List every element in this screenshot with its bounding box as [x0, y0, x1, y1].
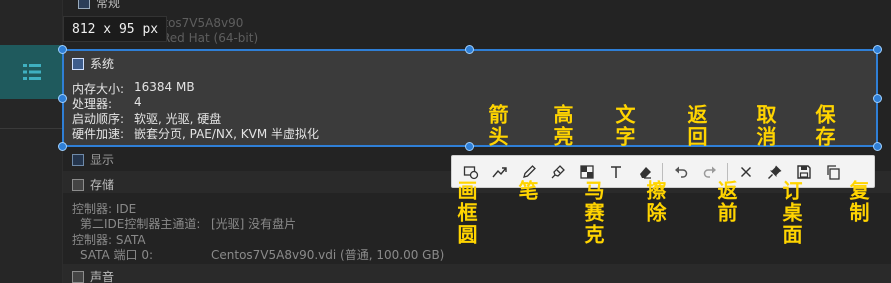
memory-value: 16384 MB [134, 80, 195, 94]
undo-icon [674, 166, 687, 178]
resize-handle-l[interactable] [58, 94, 67, 103]
ide-channel-label: 第二IDE控制器主通道: [80, 217, 201, 231]
annotation-rect-circle: 画框圆 [454, 180, 478, 246]
annotation-highlight: 高亮 [550, 104, 574, 148]
annotation-cancel: 取消 [753, 104, 777, 148]
display-title: 显示 [90, 153, 115, 167]
pin-icon [767, 165, 781, 179]
selection-size-label: 812 x 95 px [63, 16, 168, 42]
system-title: 系统 [90, 57, 115, 71]
mosaic-icon [579, 164, 594, 179]
arrow-icon [491, 166, 507, 177]
undo-tool[interactable] [666, 158, 695, 185]
toolbar-separator [727, 162, 728, 181]
annotation-undo: 返回 [684, 104, 708, 148]
resize-handle-r[interactable] [873, 94, 882, 103]
resize-handle-tl[interactable] [58, 45, 67, 54]
storage-title: 存储 [90, 178, 115, 192]
annotation-pin: 订桌面 [779, 180, 803, 246]
display-section-header: 显示 [72, 151, 114, 168]
annotation-mosaic: 马赛克 [581, 180, 605, 246]
resize-handle-b[interactable] [465, 142, 474, 151]
audio-title: 声音 [90, 270, 115, 283]
pen-icon [522, 164, 536, 178]
resize-handle-tr[interactable] [873, 45, 882, 54]
redo-icon [703, 166, 716, 178]
vm-os-value: Red Hat (64-bit) [162, 31, 259, 45]
rect-circle-icon [463, 165, 478, 179]
storage-section-header: 存储 [72, 176, 114, 193]
copy-tool[interactable] [818, 158, 847, 185]
audio-section-header: 声音 [72, 268, 114, 283]
chip-icon [72, 57, 84, 70]
annotation-copy: 复制 [846, 180, 870, 224]
save-icon [796, 164, 811, 179]
annotation-eraser: 擦除 [643, 180, 667, 224]
sata-port-value: Centos7V5A8v90.vdi (普通, 100.00 GB) [211, 248, 445, 262]
resize-handle-br[interactable] [873, 142, 882, 151]
list-icon [22, 64, 41, 80]
acceleration-value: 嵌套分页, PAE/NX, KVM 半虚拟化 [134, 127, 320, 141]
system-section-header: 系统 [72, 55, 114, 72]
highlight-tool[interactable] [543, 158, 572, 185]
general-section-header: 常规 [78, 0, 120, 11]
close-icon [740, 166, 751, 177]
screenshot-root: 常规 Centos7V5A8v90 Red Hat (64-bit) 812 x… [0, 0, 891, 283]
annotation-redo: 返前 [714, 180, 738, 224]
left-sidebar [0, 0, 63, 283]
eraser-icon [639, 166, 651, 179]
resize-handle-t[interactable] [465, 45, 474, 54]
resize-handle-bl[interactable] [58, 142, 67, 151]
sidebar-tile-selected[interactable] [0, 45, 63, 99]
annotation-arrow: 箭头 [485, 104, 509, 148]
sata-port-label: SATA 端口 0: [80, 248, 154, 262]
ide-channel-value: [光驱] 没有盘片 [211, 217, 297, 231]
annotation-text: 文字 [612, 104, 636, 148]
general-title: 常规 [96, 0, 121, 10]
audio-header-band [63, 264, 891, 283]
annotation-pen: 笔 [515, 180, 539, 202]
highlighter-icon [551, 164, 565, 178]
copy-icon [826, 164, 840, 180]
text-icon [610, 165, 621, 178]
arrow-tool[interactable] [485, 158, 514, 185]
annotation-save: 保存 [812, 104, 836, 148]
toolbar-separator [662, 162, 663, 181]
storage-icon [72, 178, 84, 191]
acceleration-label: 硬件加速: [72, 127, 125, 141]
monitor-icon [72, 153, 84, 166]
speaker-icon [72, 270, 84, 283]
sidebar-divider [0, 128, 63, 129]
cpu-value: 4 [134, 95, 142, 109]
general-icon [78, 0, 90, 9]
